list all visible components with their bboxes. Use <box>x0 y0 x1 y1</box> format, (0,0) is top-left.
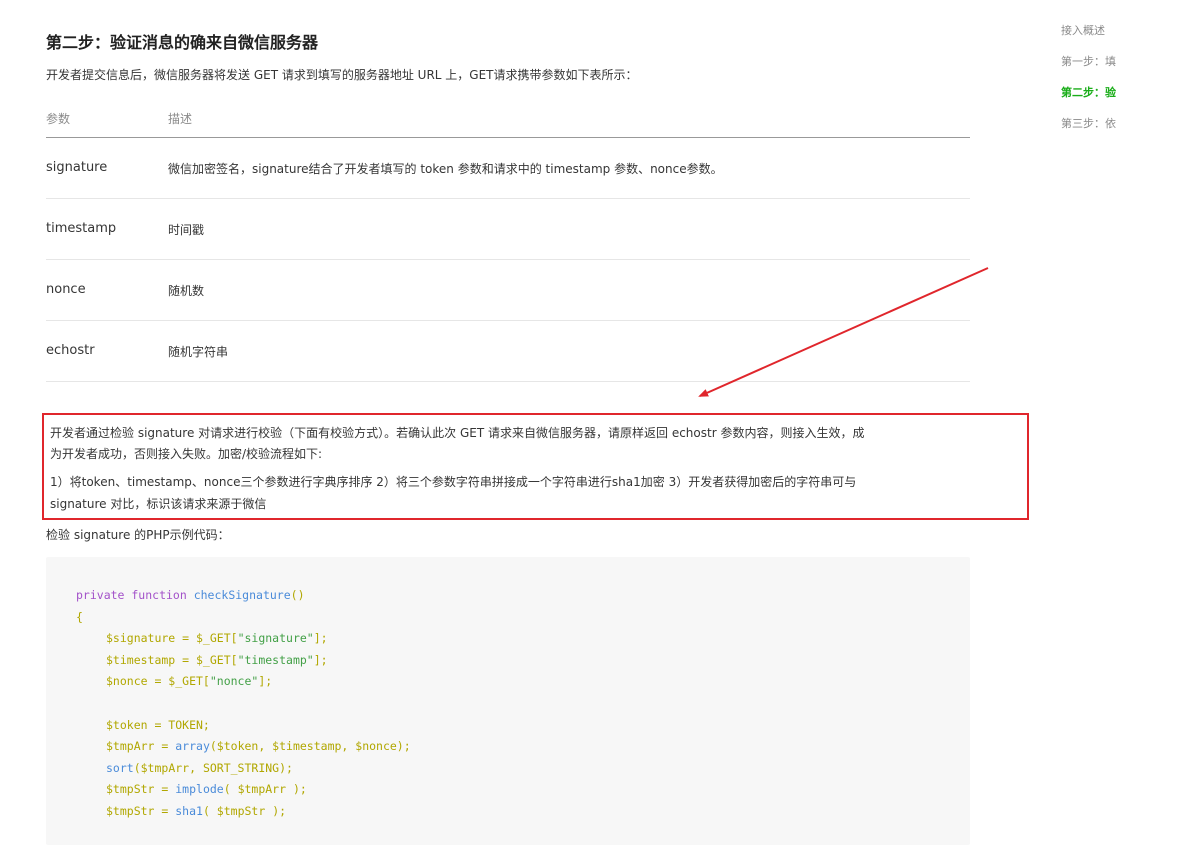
code-line: $token = TOKEN; <box>106 718 210 732</box>
header-param: 参数 <box>46 112 71 126</box>
toc-item-step1[interactable]: 第一步：填 <box>1061 55 1121 69</box>
row-param: timestamp <box>46 221 117 236</box>
header-desc: 描述 <box>168 112 193 126</box>
code-line: $tmpArr = array($token, $timestamp, $non… <box>106 739 411 753</box>
section-title: 第二步：验证消息的确来自微信服务器 <box>46 33 319 52</box>
highlight-line: 为开发者成功，否则接入失败。加密/校验流程如下: <box>50 447 323 461</box>
code-sample-label: 检验 signature 的PHP示例代码： <box>46 528 230 542</box>
row-desc: 随机数 <box>168 284 205 298</box>
code-line: $signature = $_GET["signature"]; <box>106 631 328 645</box>
highlight-line: 1）将token、timestamp、nonce三个参数进行字典序排序 2）将三… <box>50 475 857 489</box>
code-line: $timestamp = $_GET["timestamp"]; <box>106 653 328 667</box>
row-param: nonce <box>46 282 86 297</box>
table-header: 参数 描述 <box>46 100 970 138</box>
code-line: sort($tmpArr, SORT_STRING); <box>106 761 293 775</box>
code-block: private function checkSignature() { $sig… <box>46 557 970 845</box>
row-param: echostr <box>46 343 95 358</box>
table-row: echostr 随机字符串 <box>46 321 970 382</box>
toc-item-step3[interactable]: 第三步：依 <box>1061 117 1121 131</box>
highlight-line: 开发者通过检验 signature 对请求进行校验（下面有校验方式）。若确认此次… <box>50 426 865 440</box>
row-desc: 随机字符串 <box>168 345 229 359</box>
row-desc: 时间戳 <box>168 223 205 237</box>
highlight-line: signature 对比，标识该请求来源于微信 <box>50 497 267 511</box>
param-table: 参数 描述 signature 微信加密签名，signature结合了开发者填写… <box>46 100 970 382</box>
code-line: $tmpStr = sha1( $tmpStr ); <box>106 804 287 818</box>
highlight-box: 开发者通过检验 signature 对请求进行校验（下面有校验方式）。若确认此次… <box>42 413 1029 520</box>
row-param: signature <box>46 160 108 175</box>
table-row: timestamp 时间戳 <box>46 199 970 260</box>
row-desc: 微信加密签名，signature结合了开发者填写的 token 参数和请求中的 … <box>168 162 723 176</box>
code-line: $tmpStr = implode( $tmpArr ); <box>106 782 307 796</box>
code-line: { <box>76 610 83 624</box>
code-line: $nonce = $_GET["nonce"]; <box>106 674 273 688</box>
table-row: signature 微信加密签名，signature结合了开发者填写的 toke… <box>46 138 970 199</box>
toc-item-step2[interactable]: 第二步：验 <box>1061 86 1121 100</box>
table-row: nonce 随机数 <box>46 260 970 321</box>
toc-item-overview[interactable]: 接入概述 <box>1061 24 1121 38</box>
code-line: private function checkSignature() <box>76 588 305 602</box>
toc-sidebar: 接入概述 第一步：填 第二步：验 第三步：依 <box>1061 24 1121 148</box>
section-intro: 开发者提交信息后，微信服务器将发送 GET 请求到填写的服务器地址 URL 上，… <box>46 68 638 82</box>
